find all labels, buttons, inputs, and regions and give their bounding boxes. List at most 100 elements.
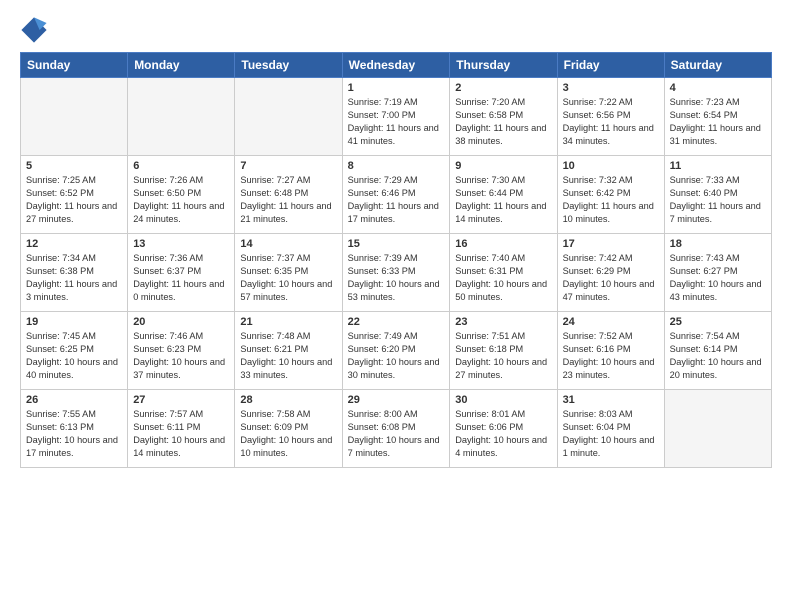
calendar-cell [235, 78, 342, 156]
day-info: Sunrise: 7:23 AM Sunset: 6:54 PM Dayligh… [670, 96, 766, 148]
day-number: 21 [240, 316, 336, 328]
calendar-cell [664, 390, 771, 468]
day-number: 26 [26, 394, 122, 406]
calendar-cell: 13 Sunrise: 7:36 AM Sunset: 6:37 PM Dayli… [128, 234, 235, 312]
day-info: Sunrise: 7:36 AM Sunset: 6:37 PM Dayligh… [133, 252, 229, 304]
day-info: Sunrise: 7:43 AM Sunset: 6:27 PM Dayligh… [670, 252, 766, 304]
day-number: 31 [563, 394, 659, 406]
weekday-tuesday: Tuesday [235, 53, 342, 78]
day-info: Sunrise: 7:30 AM Sunset: 6:44 PM Dayligh… [455, 174, 551, 226]
day-number: 19 [26, 316, 122, 328]
day-number: 22 [348, 316, 445, 328]
weekday-thursday: Thursday [450, 53, 557, 78]
day-info: Sunrise: 8:00 AM Sunset: 6:08 PM Dayligh… [348, 408, 445, 460]
calendar-cell: 29Sunrise: 8:00 AM Sunset: 6:08 PM Dayli… [342, 390, 450, 468]
day-number: 7 [240, 160, 336, 172]
day-info: Sunrise: 7:29 AM Sunset: 6:46 PM Dayligh… [348, 174, 445, 226]
day-number: 27 [133, 394, 229, 406]
calendar-cell: 22 Sunrise: 7:49 AM Sunset: 6:20 PM Dayli… [342, 312, 450, 390]
day-number: 28 [240, 394, 336, 406]
day-info: Sunrise: 7:55 AM Sunset: 6:13 PM Dayligh… [26, 408, 122, 460]
day-info: Sunrise: 8:01 AM Sunset: 6:06 PM Dayligh… [455, 408, 551, 460]
day-number: 3 [563, 82, 659, 94]
calendar-cell: 25 Sunrise: 7:54 AM Sunset: 6:14 PM Dayli… [664, 312, 771, 390]
day-number: 24 [563, 316, 659, 328]
day-number: 25 [670, 316, 766, 328]
day-info: Sunrise: 7:57 AM Sunset: 6:11 PM Dayligh… [133, 408, 229, 460]
calendar-cell: 8 Sunrise: 7:29 AM Sunset: 6:46 PM Daylig… [342, 156, 450, 234]
weekday-saturday: Saturday [664, 53, 771, 78]
day-number: 12 [26, 238, 122, 250]
day-info: Sunrise: 7:51 AM Sunset: 6:18 PM Dayligh… [455, 330, 551, 382]
day-number: 13 [133, 238, 229, 250]
day-info: Sunrise: 7:37 AM Sunset: 6:35 PM Dayligh… [240, 252, 336, 304]
calendar-cell: 12 Sunrise: 7:34 AM Sunset: 6:38 PM Dayli… [21, 234, 128, 312]
day-number: 16 [455, 238, 551, 250]
calendar-cell: 19Sunrise: 7:45 AM Sunset: 6:25 PM Dayli… [21, 312, 128, 390]
calendar-cell: 2Sunrise: 7:20 AM Sunset: 6:58 PM Daylig… [450, 78, 557, 156]
calendar-cell: 24 Sunrise: 7:52 AM Sunset: 6:16 PM Dayli… [557, 312, 664, 390]
day-number: 9 [455, 160, 551, 172]
day-info: Sunrise: 7:39 AM Sunset: 6:33 PM Dayligh… [348, 252, 445, 304]
calendar-cell: 27 Sunrise: 7:57 AM Sunset: 6:11 PM Dayli… [128, 390, 235, 468]
day-number: 5 [26, 160, 122, 172]
day-info: Sunrise: 7:20 AM Sunset: 6:58 PM Dayligh… [455, 96, 551, 148]
calendar-cell: 3Sunrise: 7:22 AM Sunset: 6:56 PM Daylig… [557, 78, 664, 156]
day-number: 18 [670, 238, 766, 250]
day-info: Sunrise: 7:27 AM Sunset: 6:48 PM Dayligh… [240, 174, 336, 226]
day-number: 30 [455, 394, 551, 406]
calendar-cell: 10Sunrise: 7:32 AM Sunset: 6:42 PM Dayli… [557, 156, 664, 234]
calendar-cell: 21Sunrise: 7:48 AM Sunset: 6:21 PM Dayli… [235, 312, 342, 390]
calendar-cell: 7 Sunrise: 7:27 AM Sunset: 6:48 PM Daylig… [235, 156, 342, 234]
calendar-cell: 5 Sunrise: 7:25 AM Sunset: 6:52 PM Daylig… [21, 156, 128, 234]
calendar-cell: 11 Sunrise: 7:33 AM Sunset: 6:40 PM Dayli… [664, 156, 771, 234]
day-number: 6 [133, 160, 229, 172]
logo-icon [20, 16, 48, 44]
day-number: 15 [348, 238, 445, 250]
calendar-cell [21, 78, 128, 156]
day-info: Sunrise: 7:54 AM Sunset: 6:14 PM Dayligh… [670, 330, 766, 382]
day-info: Sunrise: 8:03 AM Sunset: 6:04 PM Dayligh… [563, 408, 659, 460]
calendar-cell: 6 Sunrise: 7:26 AM Sunset: 6:50 PM Daylig… [128, 156, 235, 234]
day-number: 8 [348, 160, 445, 172]
day-number: 1 [348, 82, 445, 94]
day-info: Sunrise: 7:26 AM Sunset: 6:50 PM Dayligh… [133, 174, 229, 226]
day-info: Sunrise: 7:19 AM Sunset: 7:00 PM Dayligh… [348, 96, 445, 148]
calendar-cell: 4 Sunrise: 7:23 AM Sunset: 6:54 PM Daylig… [664, 78, 771, 156]
day-number: 20 [133, 316, 229, 328]
calendar-cell: 9 Sunrise: 7:30 AM Sunset: 6:44 PM Daylig… [450, 156, 557, 234]
week-row-4: 19Sunrise: 7:45 AM Sunset: 6:25 PM Dayli… [21, 312, 772, 390]
day-info: Sunrise: 7:46 AM Sunset: 6:23 PM Dayligh… [133, 330, 229, 382]
weekday-friday: Friday [557, 53, 664, 78]
calendar-cell: 16Sunrise: 7:40 AM Sunset: 6:31 PM Dayli… [450, 234, 557, 312]
day-info: Sunrise: 7:42 AM Sunset: 6:29 PM Dayligh… [563, 252, 659, 304]
day-number: 10 [563, 160, 659, 172]
week-row-2: 5 Sunrise: 7:25 AM Sunset: 6:52 PM Daylig… [21, 156, 772, 234]
day-info: Sunrise: 7:49 AM Sunset: 6:20 PM Dayligh… [348, 330, 445, 382]
calendar-cell: 1 Sunrise: 7:19 AM Sunset: 7:00 PM Daylig… [342, 78, 450, 156]
calendar-cell: 18 Sunrise: 7:43 AM Sunset: 6:27 PM Dayli… [664, 234, 771, 312]
calendar-cell: 26 Sunrise: 7:55 AM Sunset: 6:13 PM Dayli… [21, 390, 128, 468]
header [20, 16, 772, 44]
page: SundayMondayTuesdayWednesdayThursdayFrid… [0, 0, 792, 478]
logo [20, 16, 52, 44]
day-info: Sunrise: 7:58 AM Sunset: 6:09 PM Dayligh… [240, 408, 336, 460]
calendar-cell: 17 Sunrise: 7:42 AM Sunset: 6:29 PM Dayli… [557, 234, 664, 312]
day-number: 23 [455, 316, 551, 328]
day-info: Sunrise: 7:34 AM Sunset: 6:38 PM Dayligh… [26, 252, 122, 304]
week-row-5: 26 Sunrise: 7:55 AM Sunset: 6:13 PM Dayli… [21, 390, 772, 468]
weekday-sunday: Sunday [21, 53, 128, 78]
weekday-wednesday: Wednesday [342, 53, 450, 78]
day-info: Sunrise: 7:33 AM Sunset: 6:40 PM Dayligh… [670, 174, 766, 226]
calendar-cell: 20 Sunrise: 7:46 AM Sunset: 6:23 PM Dayli… [128, 312, 235, 390]
day-number: 11 [670, 160, 766, 172]
day-number: 4 [670, 82, 766, 94]
week-row-1: 1 Sunrise: 7:19 AM Sunset: 7:00 PM Daylig… [21, 78, 772, 156]
day-info: Sunrise: 7:52 AM Sunset: 6:16 PM Dayligh… [563, 330, 659, 382]
calendar-cell: 31 Sunrise: 8:03 AM Sunset: 6:04 PM Dayli… [557, 390, 664, 468]
day-number: 14 [240, 238, 336, 250]
weekday-header-row: SundayMondayTuesdayWednesdayThursdayFrid… [21, 53, 772, 78]
day-number: 17 [563, 238, 659, 250]
weekday-monday: Monday [128, 53, 235, 78]
day-info: Sunrise: 7:25 AM Sunset: 6:52 PM Dayligh… [26, 174, 122, 226]
